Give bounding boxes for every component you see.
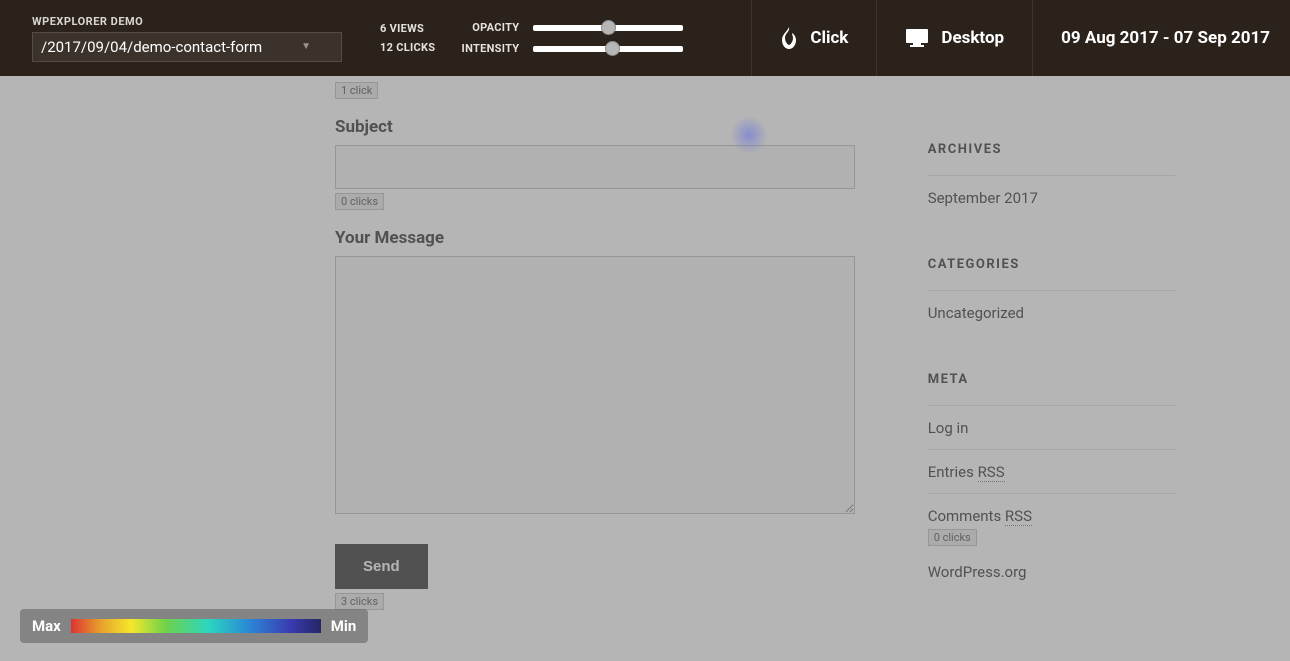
heatmap-toolbar: WPEXPLORER DEMO /2017/09/04/demo-contact…: [0, 0, 1290, 76]
meta-list: Log in Entries RSS Comments RSS 0 clicks…: [928, 405, 1175, 593]
comments-prefix: Comments: [928, 507, 1005, 525]
mode-click-label: Click: [810, 28, 848, 48]
subject-input[interactable]: [335, 145, 855, 189]
intensity-slider-row: INTENSITY: [459, 42, 683, 55]
stats-block: 6 VIEWS 12 CLICKS: [380, 22, 435, 54]
subject-label: Subject: [335, 117, 868, 137]
categories-title: CATEGORIES: [928, 257, 1175, 272]
desktop-icon: [905, 28, 929, 48]
intensity-label: INTENSITY: [459, 42, 519, 55]
legend-max: Max: [32, 617, 61, 635]
list-item: Uncategorized: [928, 290, 1175, 334]
click-badge: 0 clicks: [928, 529, 977, 546]
page-path-value: /2017/09/04/demo-contact-form: [41, 38, 262, 56]
intensity-slider[interactable]: [533, 46, 683, 52]
legend-min: Min: [331, 617, 357, 635]
list-item: Comments RSS 0 clicks: [928, 493, 1175, 558]
message-label: Your Message: [335, 228, 868, 248]
rss-abbr: RSS: [978, 463, 1005, 482]
intensity-slider-thumb[interactable]: [605, 41, 620, 56]
archives-list: September 2017: [928, 175, 1175, 219]
views-count: 6 VIEWS: [380, 22, 435, 35]
rss-abbr: RSS: [1005, 507, 1032, 526]
click-badge: 0 clicks: [335, 193, 384, 210]
date-range-value: 09 Aug 2017 - 07 Sep 2017: [1061, 28, 1270, 48]
page-content-wrap: 1 click Subject 0 clicks Your Message Se…: [0, 76, 1290, 661]
archives-link[interactable]: September 2017: [928, 189, 1038, 207]
wordpress-link[interactable]: WordPress.org: [928, 563, 1027, 581]
mode-click-button[interactable]: Click: [752, 0, 877, 76]
comments-rss-link[interactable]: Comments RSS: [928, 507, 1032, 526]
chevron-down-icon: ▼: [301, 41, 311, 52]
contact-form: 1 click Subject 0 clicks Your Message Se…: [335, 76, 868, 610]
clicks-count: 12 CLICKS: [380, 41, 435, 54]
categories-link[interactable]: Uncategorized: [928, 304, 1024, 322]
archives-title: ARCHIVES: [928, 142, 1175, 157]
entries-prefix: Entries: [928, 463, 978, 481]
page-inner: 1 click Subject 0 clicks Your Message Se…: [115, 76, 1175, 610]
login-link[interactable]: Log in: [928, 419, 969, 437]
site-name: WPEXPLORER DEMO: [32, 15, 342, 28]
list-item: Log in: [928, 405, 1175, 449]
heatmap-legend: Max Min: [20, 609, 368, 643]
click-badge: 1 click: [335, 82, 378, 99]
list-item: September 2017: [928, 175, 1175, 219]
opacity-label: OPACITY: [459, 21, 519, 34]
page-path-select[interactable]: /2017/09/04/demo-contact-form ▼: [32, 32, 342, 62]
flame-icon: [780, 27, 798, 49]
categories-list: Uncategorized: [928, 290, 1175, 334]
opacity-slider[interactable]: [533, 25, 683, 31]
device-desktop-button[interactable]: Desktop: [877, 0, 1033, 76]
date-range-button[interactable]: 09 Aug 2017 - 07 Sep 2017: [1033, 0, 1290, 76]
sliders-block: OPACITY INTENSITY: [459, 21, 683, 55]
message-textarea[interactable]: [335, 256, 855, 514]
opacity-slider-row: OPACITY: [459, 21, 683, 34]
opacity-slider-thumb[interactable]: [601, 20, 616, 35]
sidebar: ARCHIVES September 2017 CATEGORIES Uncat…: [928, 104, 1175, 610]
entries-rss-link[interactable]: Entries RSS: [928, 463, 1005, 482]
legend-gradient: [71, 619, 321, 633]
send-button[interactable]: Send: [335, 544, 428, 589]
list-item: Entries RSS: [928, 449, 1175, 493]
device-desktop-label: Desktop: [941, 28, 1004, 48]
click-badge: 3 clicks: [335, 593, 384, 610]
site-selector-block: WPEXPLORER DEMO /2017/09/04/demo-contact…: [0, 5, 358, 72]
list-item: WordPress.org: [928, 558, 1175, 593]
meta-title: META: [928, 372, 1175, 387]
